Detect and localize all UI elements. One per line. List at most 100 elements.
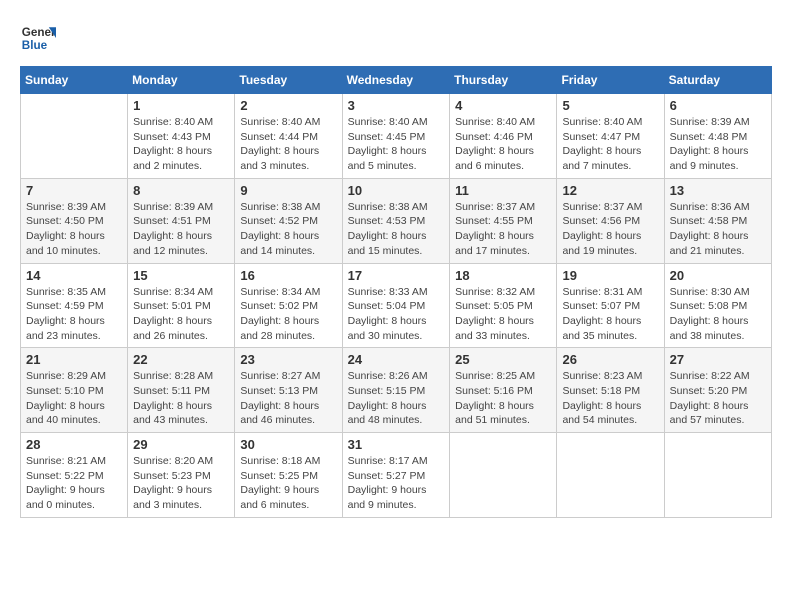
calendar-cell: 14 Sunrise: 8:35 AMSunset: 4:59 PMDayligh… bbox=[21, 263, 128, 348]
day-info: Sunrise: 8:35 AMSunset: 4:59 PMDaylight:… bbox=[26, 285, 122, 344]
day-info: Sunrise: 8:25 AMSunset: 5:16 PMDaylight:… bbox=[455, 369, 551, 428]
day-number: 5 bbox=[562, 98, 658, 113]
day-info: Sunrise: 8:40 AMSunset: 4:47 PMDaylight:… bbox=[562, 115, 658, 174]
day-info: Sunrise: 8:34 AMSunset: 5:01 PMDaylight:… bbox=[133, 285, 229, 344]
calendar-week-row: 14 Sunrise: 8:35 AMSunset: 4:59 PMDayligh… bbox=[21, 263, 772, 348]
day-info: Sunrise: 8:38 AMSunset: 4:52 PMDaylight:… bbox=[240, 200, 336, 259]
calendar-cell bbox=[21, 94, 128, 179]
calendar-cell: 12 Sunrise: 8:37 AMSunset: 4:56 PMDayligh… bbox=[557, 178, 664, 263]
day-number: 22 bbox=[133, 352, 229, 367]
day-header-friday: Friday bbox=[557, 67, 664, 94]
calendar-cell: 24 Sunrise: 8:26 AMSunset: 5:15 PMDayligh… bbox=[342, 348, 450, 433]
calendar-cell: 31 Sunrise: 8:17 AMSunset: 5:27 PMDayligh… bbox=[342, 433, 450, 518]
day-info: Sunrise: 8:18 AMSunset: 5:25 PMDaylight:… bbox=[240, 454, 336, 513]
day-info: Sunrise: 8:21 AMSunset: 5:22 PMDaylight:… bbox=[26, 454, 122, 513]
calendar-cell: 23 Sunrise: 8:27 AMSunset: 5:13 PMDayligh… bbox=[235, 348, 342, 433]
day-number: 4 bbox=[455, 98, 551, 113]
day-info: Sunrise: 8:39 AMSunset: 4:48 PMDaylight:… bbox=[670, 115, 766, 174]
day-info: Sunrise: 8:40 AMSunset: 4:43 PMDaylight:… bbox=[133, 115, 229, 174]
calendar-header-row: SundayMondayTuesdayWednesdayThursdayFrid… bbox=[21, 67, 772, 94]
day-number: 25 bbox=[455, 352, 551, 367]
calendar-cell: 11 Sunrise: 8:37 AMSunset: 4:55 PMDayligh… bbox=[450, 178, 557, 263]
day-number: 27 bbox=[670, 352, 766, 367]
calendar-cell bbox=[557, 433, 664, 518]
day-number: 7 bbox=[26, 183, 122, 198]
calendar-cell: 10 Sunrise: 8:38 AMSunset: 4:53 PMDayligh… bbox=[342, 178, 450, 263]
day-info: Sunrise: 8:37 AMSunset: 4:55 PMDaylight:… bbox=[455, 200, 551, 259]
page-header: General Blue bbox=[20, 20, 772, 56]
day-number: 6 bbox=[670, 98, 766, 113]
day-number: 31 bbox=[348, 437, 445, 452]
calendar-cell: 30 Sunrise: 8:18 AMSunset: 5:25 PMDayligh… bbox=[235, 433, 342, 518]
day-number: 26 bbox=[562, 352, 658, 367]
day-number: 1 bbox=[133, 98, 229, 113]
day-info: Sunrise: 8:37 AMSunset: 4:56 PMDaylight:… bbox=[562, 200, 658, 259]
calendar-cell: 6 Sunrise: 8:39 AMSunset: 4:48 PMDaylight… bbox=[664, 94, 771, 179]
day-info: Sunrise: 8:38 AMSunset: 4:53 PMDaylight:… bbox=[348, 200, 445, 259]
calendar-week-row: 1 Sunrise: 8:40 AMSunset: 4:43 PMDaylight… bbox=[21, 94, 772, 179]
day-header-monday: Monday bbox=[128, 67, 235, 94]
calendar-cell: 21 Sunrise: 8:29 AMSunset: 5:10 PMDayligh… bbox=[21, 348, 128, 433]
logo-icon: General Blue bbox=[20, 20, 56, 56]
calendar-cell: 2Sunrise: 8:40 AMSunset: 4:44 PMDaylight… bbox=[235, 94, 342, 179]
day-info: Sunrise: 8:40 AMSunset: 4:46 PMDaylight:… bbox=[455, 115, 551, 174]
calendar-cell: 3Sunrise: 8:40 AMSunset: 4:45 PMDaylight… bbox=[342, 94, 450, 179]
calendar-week-row: 28 Sunrise: 8:21 AMSunset: 5:22 PMDayligh… bbox=[21, 433, 772, 518]
day-number: 11 bbox=[455, 183, 551, 198]
calendar-cell: 20 Sunrise: 8:30 AMSunset: 5:08 PMDayligh… bbox=[664, 263, 771, 348]
calendar-cell: 28 Sunrise: 8:21 AMSunset: 5:22 PMDayligh… bbox=[21, 433, 128, 518]
calendar-cell: 15 Sunrise: 8:34 AMSunset: 5:01 PMDayligh… bbox=[128, 263, 235, 348]
day-number: 15 bbox=[133, 268, 229, 283]
day-info: Sunrise: 8:30 AMSunset: 5:08 PMDaylight:… bbox=[670, 285, 766, 344]
day-info: Sunrise: 8:23 AMSunset: 5:18 PMDaylight:… bbox=[562, 369, 658, 428]
day-number: 20 bbox=[670, 268, 766, 283]
calendar-cell: 18 Sunrise: 8:32 AMSunset: 5:05 PMDayligh… bbox=[450, 263, 557, 348]
calendar-cell: 27Sunrise: 8:22 AMSunset: 5:20 PMDayligh… bbox=[664, 348, 771, 433]
day-info: Sunrise: 8:20 AMSunset: 5:23 PMDaylight:… bbox=[133, 454, 229, 513]
calendar-cell: 1 Sunrise: 8:40 AMSunset: 4:43 PMDaylight… bbox=[128, 94, 235, 179]
day-number: 12 bbox=[562, 183, 658, 198]
day-info: Sunrise: 8:17 AMSunset: 5:27 PMDaylight:… bbox=[348, 454, 445, 513]
svg-text:Blue: Blue bbox=[22, 39, 48, 52]
calendar-cell: 13 Sunrise: 8:36 AMSunset: 4:58 PMDayligh… bbox=[664, 178, 771, 263]
calendar-cell: 9 Sunrise: 8:38 AMSunset: 4:52 PMDaylight… bbox=[235, 178, 342, 263]
day-number: 10 bbox=[348, 183, 445, 198]
calendar-table: SundayMondayTuesdayWednesdayThursdayFrid… bbox=[20, 66, 772, 518]
calendar-cell bbox=[664, 433, 771, 518]
day-info: Sunrise: 8:40 AMSunset: 4:45 PMDaylight:… bbox=[348, 115, 445, 174]
day-info: Sunrise: 8:32 AMSunset: 5:05 PMDaylight:… bbox=[455, 285, 551, 344]
day-header-sunday: Sunday bbox=[21, 67, 128, 94]
day-number: 23 bbox=[240, 352, 336, 367]
calendar-cell: 5 Sunrise: 8:40 AMSunset: 4:47 PMDaylight… bbox=[557, 94, 664, 179]
day-info: Sunrise: 8:40 AMSunset: 4:44 PMDaylight:… bbox=[240, 115, 336, 174]
day-info: Sunrise: 8:39 AMSunset: 4:51 PMDaylight:… bbox=[133, 200, 229, 259]
day-number: 18 bbox=[455, 268, 551, 283]
calendar-cell: 26 Sunrise: 8:23 AMSunset: 5:18 PMDayligh… bbox=[557, 348, 664, 433]
day-number: 13 bbox=[670, 183, 766, 198]
day-header-thursday: Thursday bbox=[450, 67, 557, 94]
day-number: 16 bbox=[240, 268, 336, 283]
calendar-cell: 8Sunrise: 8:39 AMSunset: 4:51 PMDaylight… bbox=[128, 178, 235, 263]
day-info: Sunrise: 8:29 AMSunset: 5:10 PMDaylight:… bbox=[26, 369, 122, 428]
calendar-cell: 4 Sunrise: 8:40 AMSunset: 4:46 PMDaylight… bbox=[450, 94, 557, 179]
day-info: Sunrise: 8:36 AMSunset: 4:58 PMDaylight:… bbox=[670, 200, 766, 259]
day-info: Sunrise: 8:26 AMSunset: 5:15 PMDaylight:… bbox=[348, 369, 445, 428]
calendar-cell: 25 Sunrise: 8:25 AMSunset: 5:16 PMDayligh… bbox=[450, 348, 557, 433]
day-header-saturday: Saturday bbox=[664, 67, 771, 94]
day-number: 17 bbox=[348, 268, 445, 283]
calendar-cell bbox=[450, 433, 557, 518]
day-number: 21 bbox=[26, 352, 122, 367]
calendar-cell: 29 Sunrise: 8:20 AMSunset: 5:23 PMDayligh… bbox=[128, 433, 235, 518]
day-number: 14 bbox=[26, 268, 122, 283]
day-number: 29 bbox=[133, 437, 229, 452]
day-number: 28 bbox=[26, 437, 122, 452]
logo: General Blue bbox=[20, 20, 56, 56]
day-info: Sunrise: 8:27 AMSunset: 5:13 PMDaylight:… bbox=[240, 369, 336, 428]
calendar-cell: 16Sunrise: 8:34 AMSunset: 5:02 PMDayligh… bbox=[235, 263, 342, 348]
day-number: 24 bbox=[348, 352, 445, 367]
day-number: 9 bbox=[240, 183, 336, 198]
day-number: 19 bbox=[562, 268, 658, 283]
calendar-week-row: 7Sunrise: 8:39 AMSunset: 4:50 PMDaylight… bbox=[21, 178, 772, 263]
day-number: 30 bbox=[240, 437, 336, 452]
day-info: Sunrise: 8:31 AMSunset: 5:07 PMDaylight:… bbox=[562, 285, 658, 344]
